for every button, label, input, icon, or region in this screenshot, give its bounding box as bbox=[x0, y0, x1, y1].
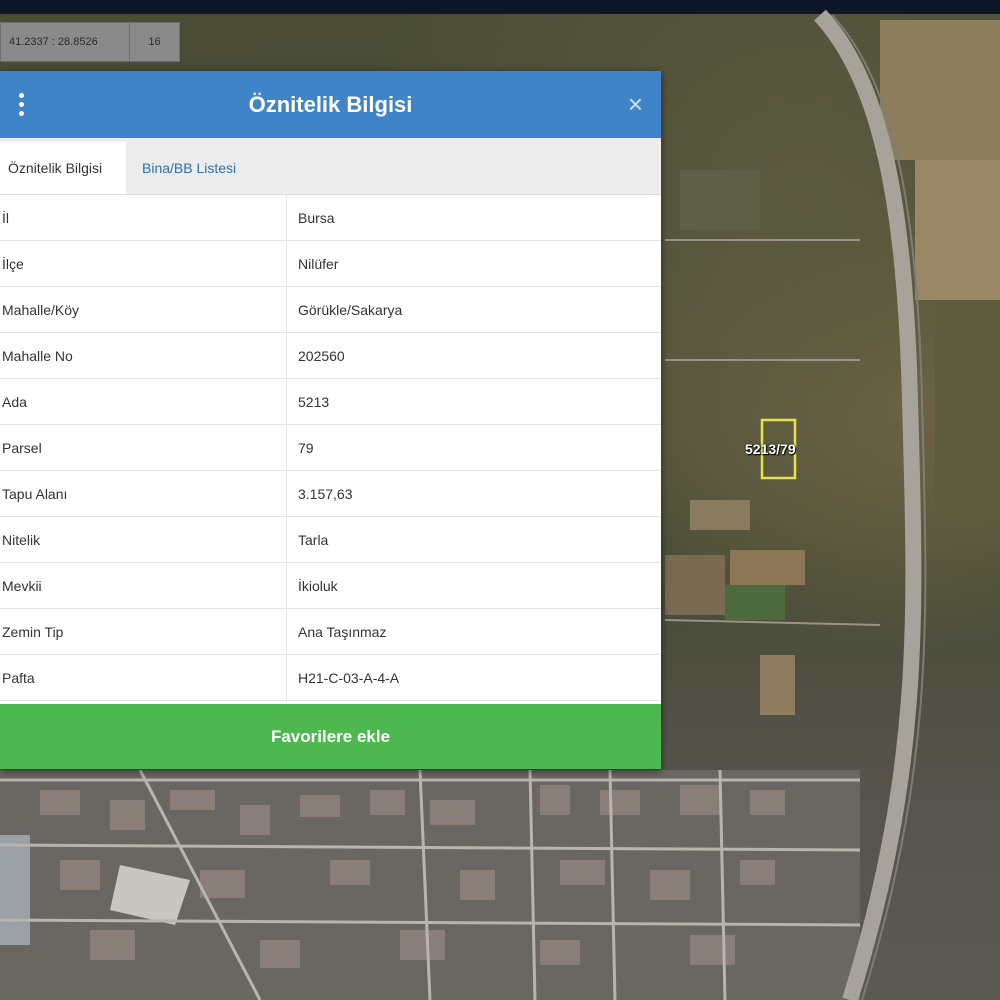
add-to-favorites-button[interactable]: Favorilere ekle bbox=[0, 704, 661, 769]
row-value: İkioluk bbox=[286, 562, 661, 609]
row-key: Ada bbox=[0, 378, 287, 425]
row-value: Nilüfer bbox=[286, 240, 661, 287]
table-row: Ada 5213 bbox=[0, 378, 661, 425]
row-key: Pafta bbox=[0, 654, 287, 701]
field bbox=[725, 585, 785, 620]
row-key: Parsel bbox=[0, 424, 287, 471]
table-row: İlçe Nilüfer bbox=[0, 240, 661, 287]
menu-dots-icon[interactable] bbox=[14, 93, 28, 117]
row-value: 202560 bbox=[286, 332, 661, 379]
coordinate-readout: 41.2337 : 28.8526 16 bbox=[0, 22, 180, 62]
attribute-panel: Öznitelik Bilgisi × Öznitelik Bilgisi Bi… bbox=[0, 71, 661, 769]
row-key: Mahalle No bbox=[0, 332, 287, 379]
close-icon[interactable]: × bbox=[628, 89, 643, 119]
row-value: 5213 bbox=[286, 378, 661, 425]
row-value: 3.157,63 bbox=[286, 470, 661, 517]
field bbox=[680, 170, 760, 230]
coordinate-text: 41.2337 : 28.8526 bbox=[1, 23, 130, 61]
row-value: 79 bbox=[286, 424, 661, 471]
tab-bar: Öznitelik Bilgisi Bina/BB Listesi bbox=[0, 138, 661, 195]
table-row: Parsel 79 bbox=[0, 424, 661, 471]
row-value: H21-C-03-A-4-A bbox=[286, 654, 661, 701]
row-value: Görükle/Sakarya bbox=[286, 286, 661, 333]
table-row: Tapu Alanı 3.157,63 bbox=[0, 470, 661, 517]
row-key: Nitelik bbox=[0, 516, 287, 563]
table-row: Mahalle No 202560 bbox=[0, 332, 661, 379]
row-key: İl bbox=[0, 195, 287, 241]
row-key: Mevkii bbox=[0, 562, 287, 609]
table-row: İl Bursa bbox=[0, 195, 661, 241]
field bbox=[880, 20, 1000, 160]
field bbox=[760, 655, 795, 715]
row-key: Tapu Alanı bbox=[0, 470, 287, 517]
parcel-label[interactable]: 5213/79 bbox=[745, 441, 796, 457]
row-value: Ana Taşınmaz bbox=[286, 608, 661, 655]
row-key: İlçe bbox=[0, 240, 287, 287]
table-row: Nitelik Tarla bbox=[0, 516, 661, 563]
field bbox=[730, 550, 805, 585]
table-row: Mevkii İkioluk bbox=[0, 562, 661, 609]
building bbox=[0, 835, 30, 945]
attribute-table: İl Bursa İlçe Nilüfer Mahalle/Köy Görükle/S… bbox=[0, 195, 661, 701]
field bbox=[935, 300, 1000, 520]
panel-title: Öznitelik Bilgisi bbox=[248, 91, 413, 117]
row-key: Mahalle/Köy bbox=[0, 286, 287, 333]
tab-attributes[interactable]: Öznitelik Bilgisi bbox=[0, 142, 126, 194]
row-key: Zemin Tip bbox=[0, 608, 287, 655]
field bbox=[915, 160, 1000, 300]
zoom-level: 16 bbox=[148, 36, 161, 48]
table-row: Mahalle/Köy Görükle/Sakarya bbox=[0, 286, 661, 333]
field bbox=[665, 555, 725, 615]
table-row: Pafta H21-C-03-A-4-A bbox=[0, 654, 661, 701]
table-row: Zemin Tip Ana Taşınmaz bbox=[0, 608, 661, 655]
row-value: Bursa bbox=[286, 195, 661, 241]
tab-building-list[interactable]: Bina/BB Listesi bbox=[126, 142, 246, 194]
row-value: Tarla bbox=[286, 516, 661, 563]
panel-header: Öznitelik Bilgisi × bbox=[0, 71, 661, 138]
field bbox=[690, 500, 750, 530]
